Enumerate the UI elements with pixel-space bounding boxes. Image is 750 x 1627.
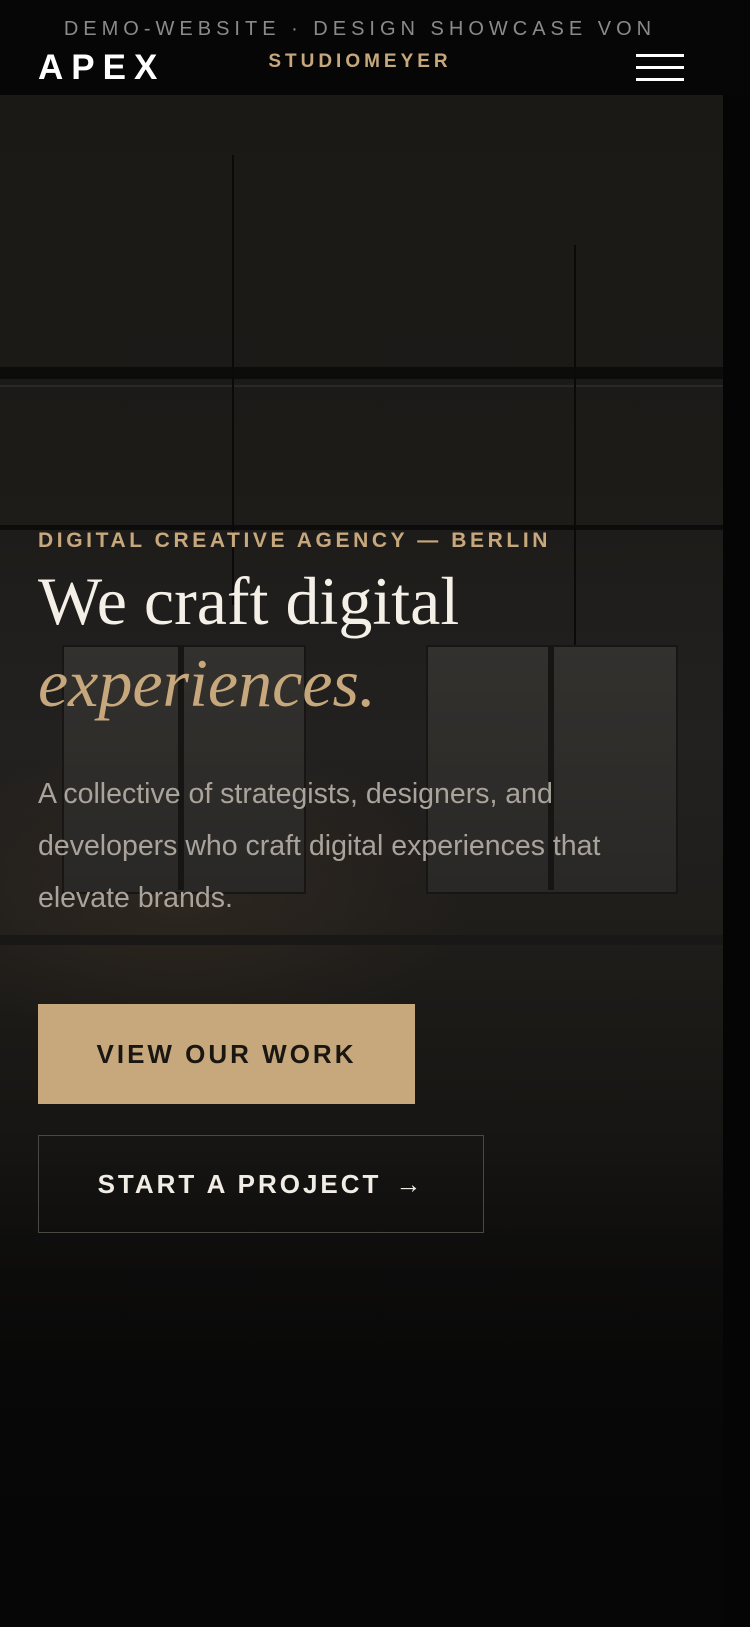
hamburger-menu-icon[interactable] bbox=[636, 54, 684, 84]
hero-headline: We craft digital experiences. bbox=[38, 560, 459, 724]
headline-text: We craft digital bbox=[38, 563, 460, 639]
pendant-cable bbox=[574, 245, 576, 705]
arrow-right-icon: → bbox=[395, 1168, 425, 1199]
menu-bar bbox=[636, 78, 684, 81]
menu-bar bbox=[636, 54, 684, 57]
menu-bar bbox=[636, 66, 684, 69]
ceiling-beam bbox=[0, 367, 723, 379]
hero-kicker: DIGITAL CREATIVE AGENCY — BERLIN bbox=[38, 529, 552, 552]
view-our-work-label: VIEW OUR WORK bbox=[96, 1038, 357, 1069]
headline-accent: experiences. bbox=[38, 645, 376, 721]
demo-notice: DEMO-WEBSITE · DESIGN SHOWCASE VON bbox=[63, 18, 657, 40]
hero-description: A collective of strategists, designers, … bbox=[38, 778, 601, 914]
site-header: APEX DEMO-WEBSITE · DESIGN SHOWCASE VON … bbox=[0, 0, 750, 95]
demo-notice-link[interactable]: STUDIOMEYER bbox=[0, 50, 720, 74]
start-a-project-label: START A PROJECT bbox=[97, 1168, 382, 1199]
ceiling-edge bbox=[0, 385, 723, 387]
desk-line bbox=[0, 935, 723, 945]
page-edge bbox=[723, 95, 750, 1627]
start-a-project-button[interactable]: START A PROJECT → bbox=[38, 1135, 484, 1233]
view-our-work-button[interactable]: VIEW OUR WORK bbox=[38, 1004, 415, 1104]
